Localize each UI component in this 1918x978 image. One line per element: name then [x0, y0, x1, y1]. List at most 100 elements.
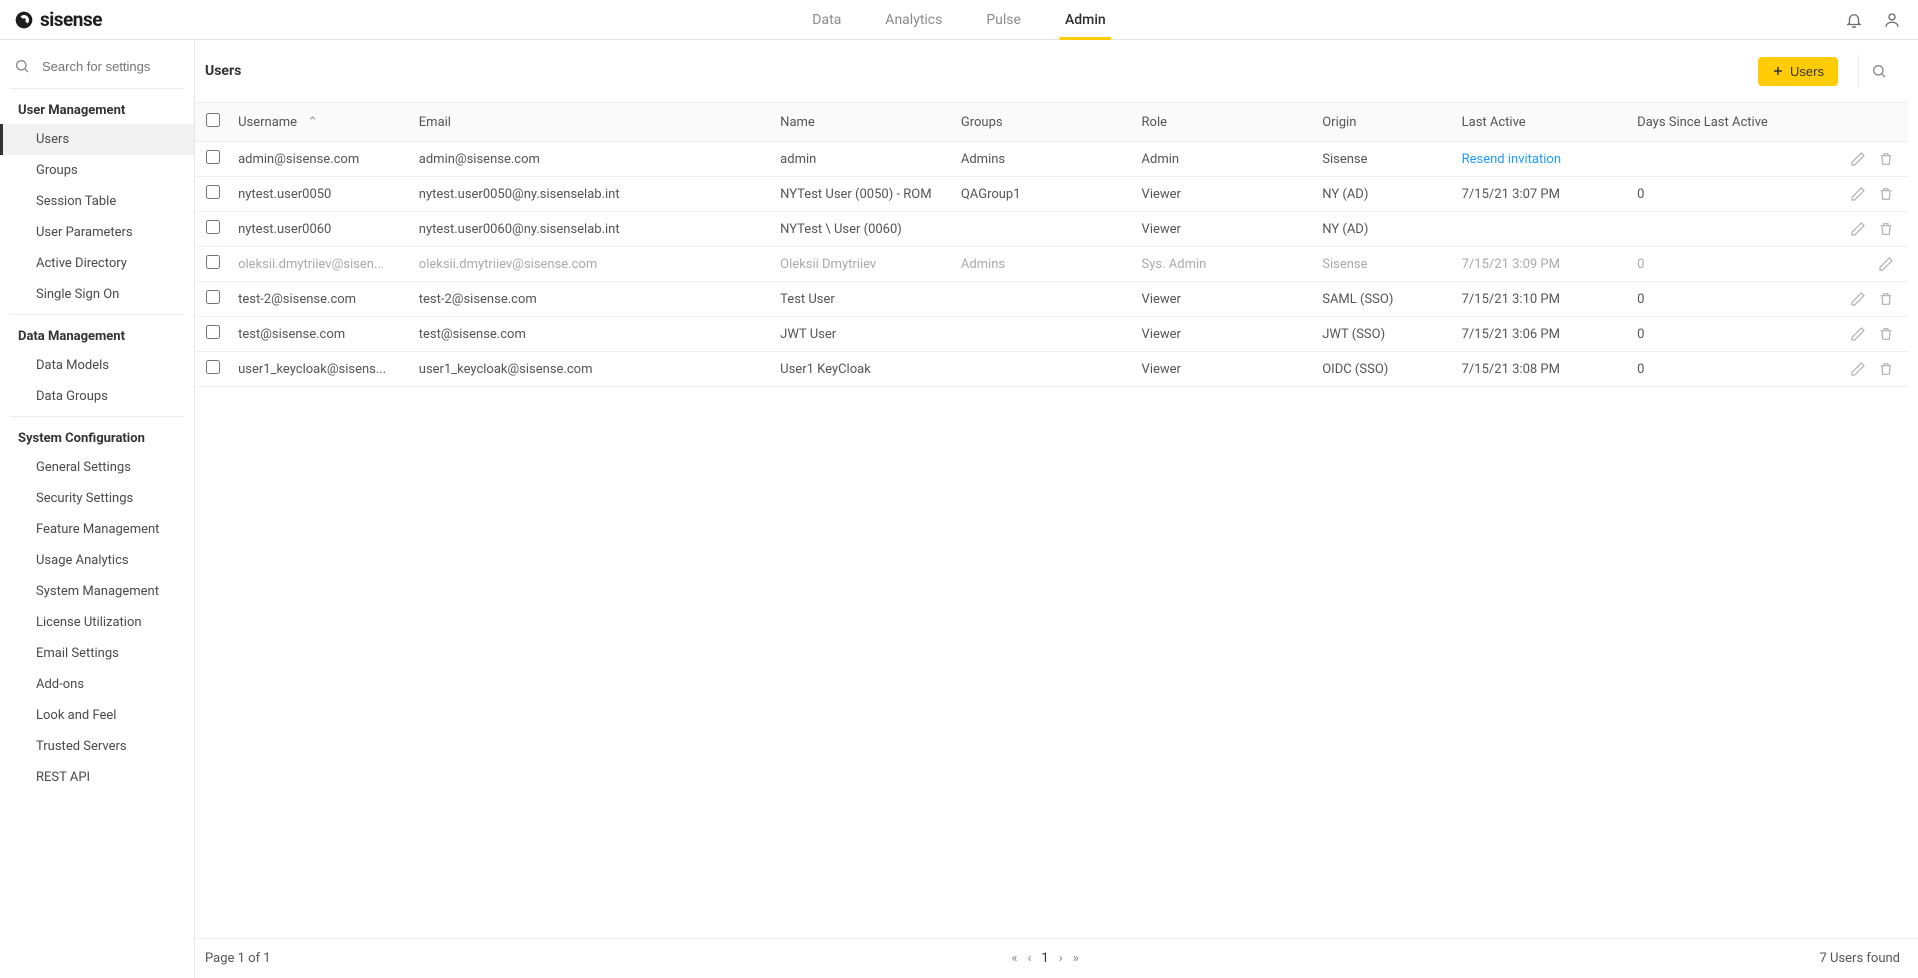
- row-checkbox[interactable]: [206, 220, 220, 234]
- add-user-button[interactable]: Users: [1758, 57, 1838, 86]
- topnav-admin[interactable]: Admin: [1065, 0, 1106, 39]
- edit-icon[interactable]: [1850, 326, 1866, 342]
- user-icon[interactable]: [1882, 10, 1902, 30]
- pager-next[interactable]: ›: [1059, 951, 1063, 966]
- col-days[interactable]: Days Since Last Active: [1629, 103, 1836, 142]
- cell-groups: [953, 352, 1134, 387]
- pager: « ‹ 1 › »: [1011, 951, 1078, 966]
- row-checkbox[interactable]: [206, 325, 220, 339]
- col-name[interactable]: Name: [772, 103, 953, 142]
- cell-origin: Sisense: [1314, 247, 1453, 282]
- cell-origin: NY (AD): [1314, 177, 1453, 212]
- brand-text: sisense: [40, 8, 102, 31]
- pager-prev[interactable]: ‹: [1028, 951, 1032, 966]
- table-row: user1_keycloak@sisens...user1_keycloak@s…: [195, 352, 1908, 387]
- cell-days: 0: [1629, 247, 1836, 282]
- sidebar-item-add-ons[interactable]: Add-ons: [0, 669, 194, 700]
- col-groups[interactable]: Groups: [953, 103, 1134, 142]
- cell-name: admin: [772, 142, 953, 177]
- cell-name: User1 KeyCloak: [772, 352, 953, 387]
- cell-days: [1629, 142, 1836, 177]
- delete-icon[interactable]: [1878, 361, 1894, 377]
- topnav-pulse[interactable]: Pulse: [986, 0, 1021, 39]
- cell-role: Viewer: [1134, 282, 1315, 317]
- delete-icon[interactable]: [1878, 291, 1894, 307]
- cell-name: Oleksii Dmytriiev: [772, 247, 953, 282]
- col-last-active[interactable]: Last Active: [1454, 103, 1630, 142]
- cell-origin: SAML (SSO): [1314, 282, 1453, 317]
- row-checkbox[interactable]: [206, 255, 220, 269]
- sidebar-item-data-groups[interactable]: Data Groups: [0, 381, 194, 412]
- pager-current: 1: [1041, 951, 1048, 966]
- edit-icon[interactable]: [1878, 256, 1894, 272]
- pager-last[interactable]: »: [1073, 951, 1079, 966]
- topnav-analytics[interactable]: Analytics: [885, 0, 942, 39]
- search-icon: [14, 58, 30, 74]
- sidebar-item-feature-management[interactable]: Feature Management: [0, 514, 194, 545]
- col-role[interactable]: Role: [1134, 103, 1315, 142]
- edit-icon[interactable]: [1850, 361, 1866, 377]
- cell-groups: QAGroup1: [953, 177, 1134, 212]
- cell-email: user1_keycloak@sisense.com: [411, 352, 772, 387]
- cell-role: Viewer: [1134, 352, 1315, 387]
- sidebar-item-groups[interactable]: Groups: [0, 155, 194, 186]
- delete-icon[interactable]: [1878, 326, 1894, 342]
- cell-last-active: Resend invitation: [1454, 142, 1630, 177]
- select-all-checkbox[interactable]: [206, 113, 220, 127]
- notifications-icon[interactable]: [1844, 10, 1864, 30]
- sidebar-item-trusted-servers[interactable]: Trusted Servers: [0, 731, 194, 762]
- delete-icon[interactable]: [1878, 151, 1894, 167]
- topnav-data[interactable]: Data: [812, 0, 841, 39]
- search-input[interactable]: [42, 59, 180, 74]
- cell-username: oleksii.dmytriiev@sisen...: [230, 247, 411, 282]
- cell-role: Viewer: [1134, 317, 1315, 352]
- cell-username: user1_keycloak@sisens...: [230, 352, 411, 387]
- col-email[interactable]: Email: [411, 103, 772, 142]
- cell-name: NYTest \ User (0060): [772, 212, 953, 247]
- delete-icon[interactable]: [1878, 221, 1894, 237]
- sidebar-item-active-directory[interactable]: Active Directory: [0, 248, 194, 279]
- sidebar-item-look-and-feel[interactable]: Look and Feel: [0, 700, 194, 731]
- sidebar-item-data-models[interactable]: Data Models: [0, 350, 194, 381]
- table-row: nytest.user0060nytest.user0060@ny.sisens…: [195, 212, 1908, 247]
- cell-origin: OIDC (SSO): [1314, 352, 1453, 387]
- cell-role: Viewer: [1134, 177, 1315, 212]
- edit-icon[interactable]: [1850, 151, 1866, 167]
- delete-icon[interactable]: [1878, 186, 1894, 202]
- cell-days: 0: [1629, 177, 1836, 212]
- row-checkbox[interactable]: [206, 290, 220, 304]
- cell-last-active: 7/15/21 3:10 PM: [1454, 282, 1630, 317]
- cell-origin: NY (AD): [1314, 212, 1453, 247]
- edit-icon[interactable]: [1850, 186, 1866, 202]
- sidebar-item-license-utilization[interactable]: License Utilization: [0, 607, 194, 638]
- sidebar-item-session-table[interactable]: Session Table: [0, 186, 194, 217]
- col-username[interactable]: Username⌃: [230, 103, 411, 142]
- sidebar-item-single-sign-on[interactable]: Single Sign On: [0, 279, 194, 310]
- users-table: Username⌃ Email Name Groups Role Origin …: [195, 102, 1908, 387]
- row-checkbox[interactable]: [206, 360, 220, 374]
- col-origin[interactable]: Origin: [1314, 103, 1453, 142]
- cell-email: nytest.user0060@ny.sisenselab.int: [411, 212, 772, 247]
- edit-icon[interactable]: [1850, 291, 1866, 307]
- sidebar-item-email-settings[interactable]: Email Settings: [0, 638, 194, 669]
- sidebar-item-usage-analytics[interactable]: Usage Analytics: [0, 545, 194, 576]
- cell-days: 0: [1629, 282, 1836, 317]
- sidebar-item-users[interactable]: Users: [0, 124, 194, 155]
- sidebar-item-system-management[interactable]: System Management: [0, 576, 194, 607]
- table-row: test-2@sisense.comtest-2@sisense.comTest…: [195, 282, 1908, 317]
- cell-email: test@sisense.com: [411, 317, 772, 352]
- sidebar-item-rest-api[interactable]: REST API: [0, 762, 194, 793]
- plus-icon: [1772, 65, 1784, 77]
- cell-days: 0: [1629, 352, 1836, 387]
- sidebar-item-security-settings[interactable]: Security Settings: [0, 483, 194, 514]
- cell-username: nytest.user0050: [230, 177, 411, 212]
- logo[interactable]: sisense: [14, 8, 102, 31]
- pager-first[interactable]: «: [1011, 951, 1017, 966]
- sidebar-item-general-settings[interactable]: General Settings: [0, 452, 194, 483]
- resend-invitation-link[interactable]: Resend invitation: [1462, 152, 1561, 167]
- sidebar-item-user-parameters[interactable]: User Parameters: [0, 217, 194, 248]
- table-search-icon[interactable]: [1858, 54, 1898, 88]
- row-checkbox[interactable]: [206, 150, 220, 164]
- edit-icon[interactable]: [1850, 221, 1866, 237]
- row-checkbox[interactable]: [206, 185, 220, 199]
